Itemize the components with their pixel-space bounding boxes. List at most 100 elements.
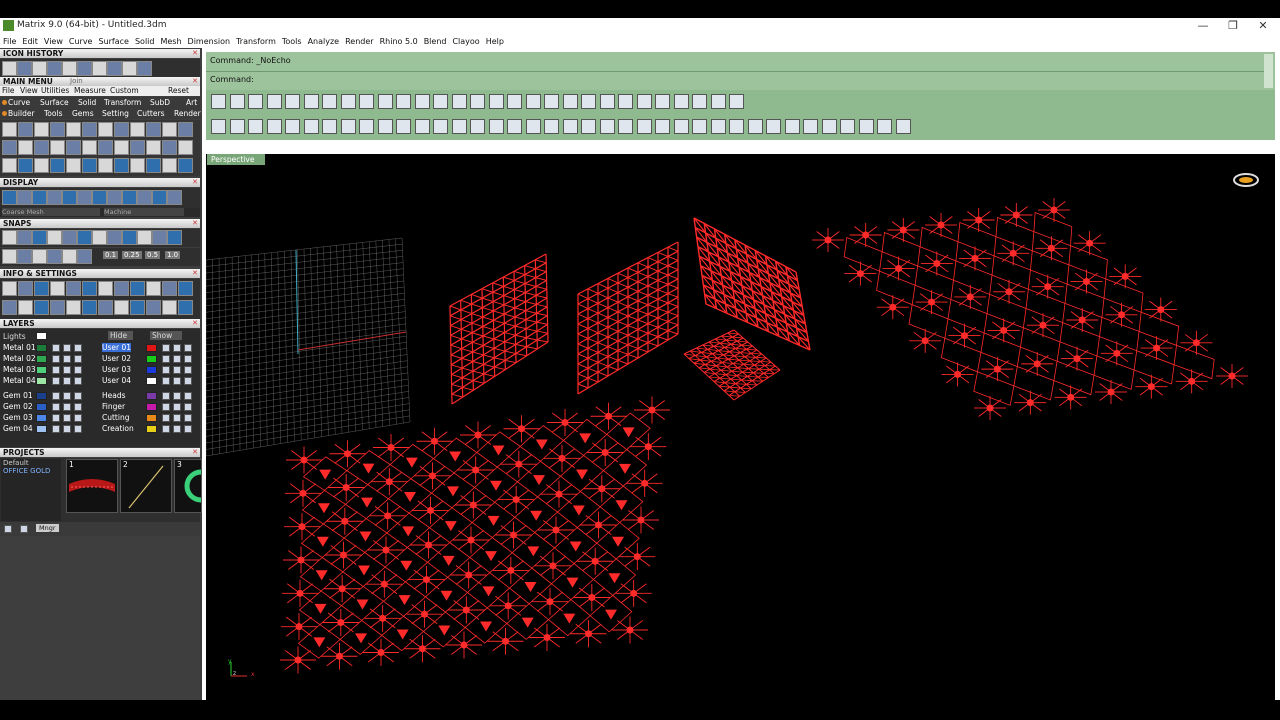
toolbar-icon[interactable] (359, 94, 374, 109)
toolbar-icon[interactable] (433, 119, 448, 134)
toolbar-icon[interactable] (581, 94, 596, 109)
tool-icon[interactable] (130, 158, 145, 173)
toolbar-icon[interactable] (821, 119, 837, 134)
tool-icon[interactable] (32, 190, 47, 205)
toolbar-icon[interactable] (488, 94, 504, 109)
star-pattern-panel-right[interactable] (812, 198, 1248, 420)
tool-icon[interactable] (107, 230, 122, 245)
layer-toggle-icon[interactable] (52, 414, 60, 422)
toolbar-icon[interactable] (655, 119, 670, 134)
tool-icon[interactable] (66, 281, 81, 296)
cat-solid[interactable]: Solid (78, 98, 96, 107)
toolbar-icon[interactable] (470, 94, 485, 109)
menu-surface[interactable]: Surface (95, 35, 131, 48)
layer-toggle-icon[interactable] (184, 355, 192, 363)
toolbar-icon[interactable] (211, 119, 226, 134)
tool-icon[interactable] (62, 249, 77, 264)
tool-icon[interactable] (98, 300, 113, 315)
manager-button[interactable]: Mngr (36, 524, 59, 532)
layer-toggle-icon[interactable] (184, 425, 192, 433)
tool-icon[interactable] (66, 300, 81, 315)
tool-icon[interactable] (167, 230, 182, 245)
layer-toggle-icon[interactable] (173, 366, 181, 374)
tool-icon[interactable] (47, 249, 62, 264)
layer-toggle-icon[interactable] (52, 403, 60, 411)
toolbar-icon[interactable] (340, 119, 356, 134)
layer-name[interactable]: Gem 04 (3, 424, 33, 433)
toolbar-icon[interactable] (544, 119, 559, 134)
layer-toggle-icon[interactable] (52, 377, 60, 385)
layer-color-swatch[interactable] (36, 403, 47, 411)
layer-toggle-icon[interactable] (162, 344, 170, 352)
layer-toggle-icon[interactable] (173, 355, 181, 363)
close-icon[interactable]: ✕ (192, 178, 198, 187)
toolbar-icon[interactable] (248, 119, 263, 134)
layer-color-swatch[interactable] (146, 403, 157, 411)
layer-toggle-icon[interactable] (184, 403, 192, 411)
navigation-widget-icon[interactable] (1232, 170, 1260, 188)
menu-file[interactable]: File (0, 35, 19, 48)
tool-icon[interactable] (2, 158, 17, 173)
toolbar-icon[interactable] (636, 94, 652, 109)
layer-toggle-icon[interactable] (173, 344, 181, 352)
toolbar-icon[interactable] (618, 119, 633, 134)
tool-icon[interactable] (34, 300, 49, 315)
tool-icon[interactable] (18, 122, 33, 137)
toolbar-icon[interactable] (488, 119, 504, 134)
cat-surface[interactable]: Surface (40, 98, 69, 107)
layer-toggle-icon[interactable] (162, 403, 170, 411)
layer-toggle-icon[interactable] (74, 344, 82, 352)
tool-icon[interactable] (107, 190, 122, 205)
tool-icon[interactable] (107, 61, 122, 76)
layer-toggle-icon[interactable] (63, 377, 71, 385)
toolbar-icon[interactable] (248, 94, 263, 109)
menu-rhino5[interactable]: Rhino 5.0 (377, 35, 421, 48)
menu-view[interactable]: View (41, 35, 66, 48)
close-icon[interactable]: ✕ (192, 219, 198, 228)
snap-value-1[interactable]: 0.25 (122, 251, 142, 259)
tool-icon[interactable] (2, 190, 17, 205)
layer-toggle-icon[interactable] (184, 344, 192, 352)
menu-solid[interactable]: Solid (132, 35, 158, 48)
toolbar-icon[interactable] (673, 94, 689, 109)
menu-transform[interactable]: Transform (233, 35, 279, 48)
mm-file[interactable]: File (2, 86, 15, 95)
tool-icon[interactable] (34, 281, 49, 296)
tool-icon[interactable] (178, 122, 193, 137)
toolbar-icon[interactable] (618, 94, 633, 109)
toolbar-icon[interactable] (692, 119, 707, 134)
menu-clayoo[interactable]: Clayoo (449, 35, 482, 48)
display-mode-select[interactable]: Coarse Mesh (2, 208, 100, 216)
layer-name[interactable]: User 02 (102, 354, 131, 363)
close-icon[interactable]: ✕ (192, 319, 198, 328)
tool-icon[interactable] (2, 61, 17, 76)
lattice-panel-2[interactable] (577, 241, 679, 395)
maximize-button[interactable]: ❐ (1226, 19, 1240, 33)
toolbar-icon[interactable] (784, 119, 800, 134)
tool-icon[interactable] (32, 61, 47, 76)
tool-icon[interactable] (146, 300, 161, 315)
layer-color-swatch[interactable] (36, 425, 47, 433)
layer-toggle-icon[interactable] (162, 425, 170, 433)
layer-toggle-icon[interactable] (63, 366, 71, 374)
toolbar-icon[interactable] (211, 94, 226, 109)
layer-toggle-icon[interactable] (184, 414, 192, 422)
cat-gems[interactable]: Gems (72, 109, 94, 118)
tool-icon[interactable] (98, 281, 113, 296)
toolbar-icon[interactable] (451, 94, 467, 109)
layer-toggle-icon[interactable] (52, 344, 60, 352)
toolbar-icon[interactable] (414, 94, 430, 109)
layer-name[interactable]: Metal 01 (3, 343, 36, 352)
tool-icon[interactable] (152, 230, 167, 245)
layer-toggle-icon[interactable] (173, 392, 181, 400)
tool-icon[interactable] (62, 190, 77, 205)
tool-icon[interactable] (17, 61, 32, 76)
layer-color-swatch[interactable] (146, 392, 157, 400)
add-icon[interactable] (4, 525, 12, 533)
tool-icon[interactable] (77, 61, 92, 76)
layer-name[interactable]: Gem 01 (3, 391, 33, 400)
tool-icon[interactable] (146, 158, 161, 173)
tool-icon[interactable] (152, 190, 167, 205)
toolbar-icon[interactable] (562, 119, 578, 134)
toolbar-icon[interactable] (303, 94, 319, 109)
